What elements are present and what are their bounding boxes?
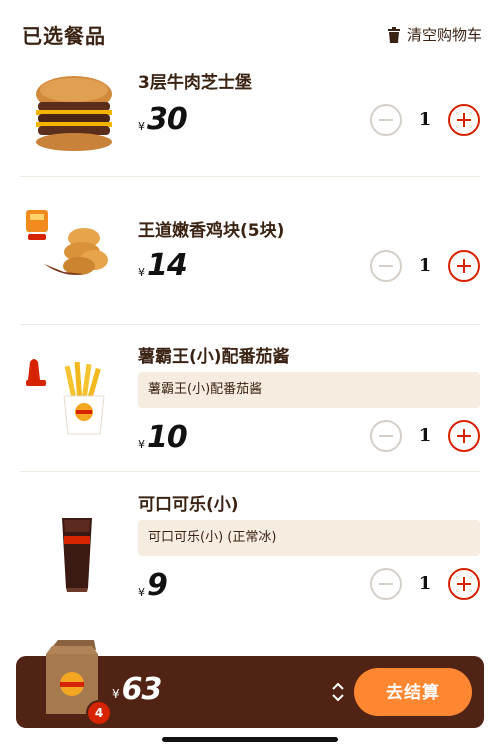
nuggets-image [26, 210, 108, 275]
clear-cart-button[interactable]: 清空购物车 [387, 24, 482, 45]
divider [20, 471, 480, 472]
cart-item: 薯霸王(小)配番茄酱 薯霸王(小)配番茄酱 ¥ 10 1 [20, 338, 480, 468]
divider [20, 324, 480, 325]
expand-toggle-icon[interactable] [328, 680, 348, 704]
item-option: 可口可乐(小) (正常冰) [138, 520, 480, 556]
divider [20, 176, 480, 177]
increase-button[interactable] [448, 104, 480, 136]
increase-button[interactable] [448, 568, 480, 600]
item-name: 可口可乐(小) [138, 495, 239, 515]
item-price: ¥ 30 [138, 102, 188, 137]
page-title: 已选餐品 [22, 24, 106, 48]
trash-icon [387, 26, 400, 43]
cart-item: 王道嫩香鸡块(5块) ¥ 14 1 [20, 208, 480, 320]
decrease-button[interactable] [370, 420, 402, 452]
item-name: 3层牛肉芝士堡 [138, 73, 252, 93]
item-option: 薯霸王(小)配番茄酱 [138, 372, 480, 408]
increase-button[interactable] [448, 250, 480, 282]
quantity-value: 1 [418, 573, 432, 594]
cart-count-badge: 4 [86, 700, 112, 726]
cart-item: 可口可乐(小) 可口可乐(小) (正常冰) ¥ 9 1 [20, 486, 480, 603]
clear-cart-label: 清空购物车 [406, 26, 482, 44]
home-indicator [162, 737, 338, 742]
item-price: ¥ 10 [138, 420, 188, 455]
quantity-value: 1 [418, 425, 432, 446]
fries-image [26, 359, 105, 435]
item-price: ¥ 14 [138, 248, 188, 283]
cola-image [62, 518, 92, 592]
quantity-value: 1 [418, 255, 432, 276]
item-name: 薯霸王(小)配番茄酱 [138, 347, 290, 367]
quantity-value: 1 [418, 109, 432, 130]
cart-header: 已选餐品 清空购物车 [0, 0, 500, 64]
increase-button[interactable] [448, 420, 480, 452]
decrease-button[interactable] [370, 250, 402, 282]
decrease-button[interactable] [370, 568, 402, 600]
quantity-stepper: 1 [370, 104, 480, 138]
checkout-button[interactable]: 去结算 [354, 668, 472, 716]
burger-image [36, 76, 112, 151]
item-price: ¥ 9 [138, 568, 168, 603]
quantity-stepper: 1 [370, 420, 480, 454]
quantity-stepper: 1 [370, 250, 480, 284]
cart-bar: 4 ¥ 63 去结算 [16, 640, 484, 728]
cart-item: 3层牛肉芝士堡 ¥ 30 1 [20, 64, 480, 176]
quantity-stepper: 1 [370, 568, 480, 602]
item-name: 王道嫩香鸡块(5块) [138, 221, 285, 241]
decrease-button[interactable] [370, 104, 402, 136]
cart-total: ¥ 63 [112, 672, 162, 707]
